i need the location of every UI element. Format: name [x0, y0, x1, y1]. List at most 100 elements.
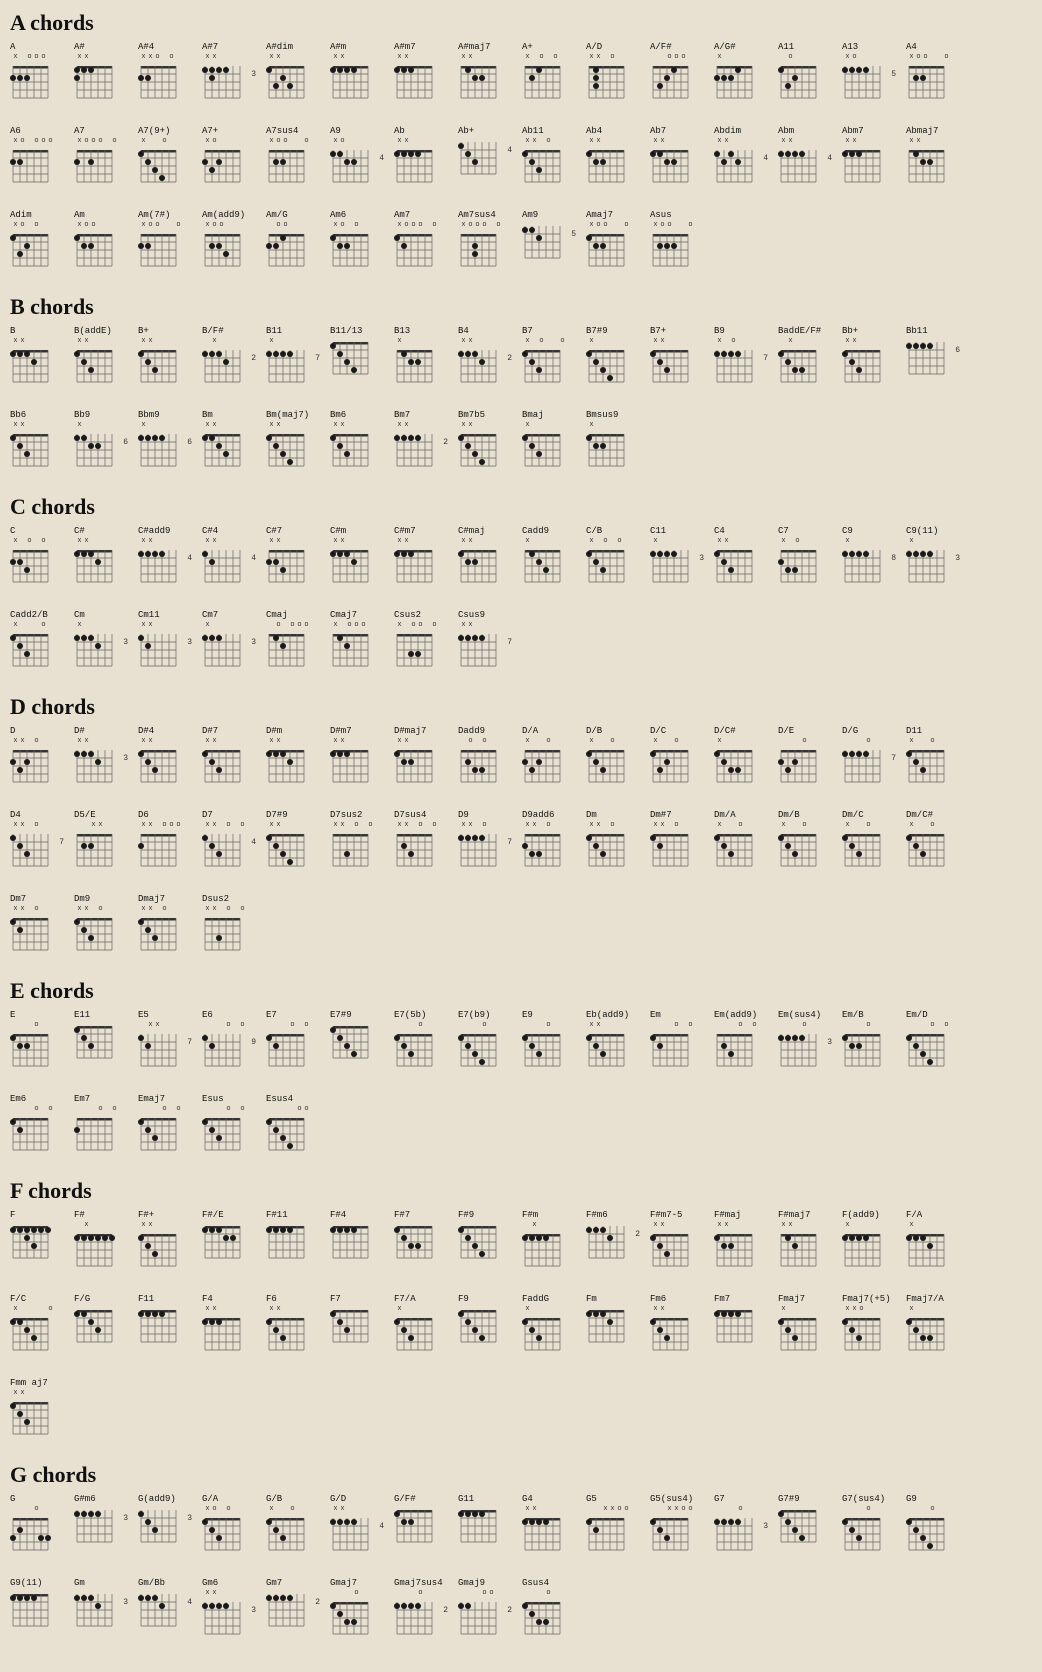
string-indicator: x: [467, 821, 474, 829]
chord-name: Gm6: [202, 1578, 218, 1588]
string-indicator: [680, 1021, 687, 1029]
chord-name: Dm/C#: [906, 810, 933, 820]
chord-name: B7: [522, 326, 533, 336]
string-indicator: [801, 53, 808, 61]
string-indicator: [239, 537, 246, 545]
chord-diagram: [842, 1230, 894, 1276]
string-indicator: [808, 537, 815, 545]
chord-name: Ab+: [458, 126, 474, 136]
chord-item: D/Axo: [522, 726, 580, 792]
string-indicator: x: [460, 221, 467, 229]
string-indicator: o: [495, 221, 502, 229]
string-indicator: [929, 53, 936, 61]
string-indicator: x: [204, 737, 211, 745]
chord-item: D7sus2xxoo: [330, 810, 388, 876]
chord-name: F#m6: [586, 1210, 608, 1220]
string-indicator: [33, 621, 40, 629]
chord-item: Cmajoooo: [266, 610, 324, 676]
chord-diagram: [650, 1030, 702, 1076]
string-indicator: [673, 137, 680, 145]
string-indicator: [424, 421, 431, 429]
string-indicator: x: [908, 737, 915, 745]
chord-name: E7: [266, 1010, 277, 1020]
chord-name: Am: [74, 210, 85, 220]
string-indicator: x: [908, 1221, 915, 1229]
chord-name: D9add6: [522, 810, 554, 820]
chord-item: Bb+xx: [842, 326, 900, 392]
string-indicator: [47, 537, 54, 545]
string-indicator: [161, 337, 168, 345]
fret-number: 7: [59, 838, 64, 847]
string-indicator: x: [908, 537, 915, 545]
string-indicator: x: [460, 337, 467, 345]
fret-number: 4: [379, 1522, 384, 1531]
chord-item: A#m7xx: [394, 42, 452, 108]
string-indicator: x: [780, 821, 787, 829]
chord-item: G/Axoo: [202, 1494, 260, 1560]
string-indicator: [47, 53, 54, 61]
string-indicator: x: [83, 337, 90, 345]
string-indicator: x: [588, 421, 595, 429]
chord-name: C#7: [266, 526, 282, 536]
chord-item: Em/Doo: [906, 1010, 964, 1076]
chord-grid: BxxB(addE)xxB+xxB/F#x2B11x7B11/13B13xB4x…: [10, 326, 1032, 392]
string-indicator: o: [275, 137, 282, 145]
section-title: D chords: [10, 694, 1032, 720]
string-indicator: x: [76, 621, 83, 629]
string-indicator: [12, 1021, 19, 1029]
string-indicator: [936, 1305, 943, 1313]
chord-diagram: [842, 346, 894, 392]
string-indicator: [19, 537, 26, 545]
string-indicator: [659, 1505, 666, 1513]
string-indicator: x: [204, 1505, 211, 1513]
string-indicator: [488, 421, 495, 429]
chord-item: Dadd9oo: [458, 726, 516, 792]
string-indicator: x: [595, 821, 602, 829]
string-indicator: [154, 737, 161, 745]
string-indicator: [744, 1021, 751, 1029]
string-indicator: [801, 537, 808, 545]
chord-name: Bm(maj7): [266, 410, 309, 420]
string-indicator: [780, 737, 787, 745]
chord-diagram: 2: [586, 1222, 638, 1268]
chord-item: Abxx: [394, 126, 452, 192]
chord-diagram: 3: [138, 1506, 190, 1552]
string-indicator: [26, 1305, 33, 1313]
chord-item: B7xoo: [522, 326, 580, 392]
string-indicator: o: [225, 1021, 232, 1029]
string-indicator: [232, 1305, 239, 1313]
string-indicator: [239, 1305, 246, 1313]
string-indicator: o: [687, 1021, 694, 1029]
chord-name: F#m: [522, 1210, 538, 1220]
string-indicator: o: [538, 53, 545, 61]
chord-item: C/Bxoo: [586, 526, 644, 592]
string-indicator: x: [211, 537, 218, 545]
string-indicator: [282, 421, 289, 429]
chord-item: Ab4xx: [586, 126, 644, 192]
chord-diagram: [522, 746, 574, 792]
string-indicator: [168, 537, 175, 545]
string-indicator: x: [467, 537, 474, 545]
chord-name: G7(sus4): [842, 1494, 885, 1504]
string-indicator: [26, 1505, 33, 1513]
chord-item: Abmaj7xx: [906, 126, 964, 192]
string-indicator: [97, 537, 104, 545]
string-indicator: [815, 737, 822, 745]
chord-name: Cm: [74, 610, 85, 620]
chord-name: G9(11): [10, 1578, 42, 1588]
string-indicator: [723, 1021, 730, 1029]
string-indicator: [808, 1221, 815, 1229]
string-indicator: x: [403, 53, 410, 61]
string-indicator: o: [47, 1305, 54, 1313]
string-indicator: x: [659, 1221, 666, 1229]
fret-number: 2: [635, 1230, 640, 1239]
string-indicator: o: [26, 537, 33, 545]
string-indicator: [879, 1505, 886, 1513]
chord-grid: F/CxoF/GF11F4xxF6xxF7F7/AxF9FaddGxFmFm6x…: [10, 1294, 1032, 1360]
string-indicator: [730, 137, 737, 145]
string-indicator: x: [652, 137, 659, 145]
fret-number: 3: [123, 638, 128, 647]
chord-name: F#: [74, 1210, 85, 1220]
string-indicator: [858, 53, 865, 61]
chord-name: FaddG: [522, 1294, 549, 1304]
